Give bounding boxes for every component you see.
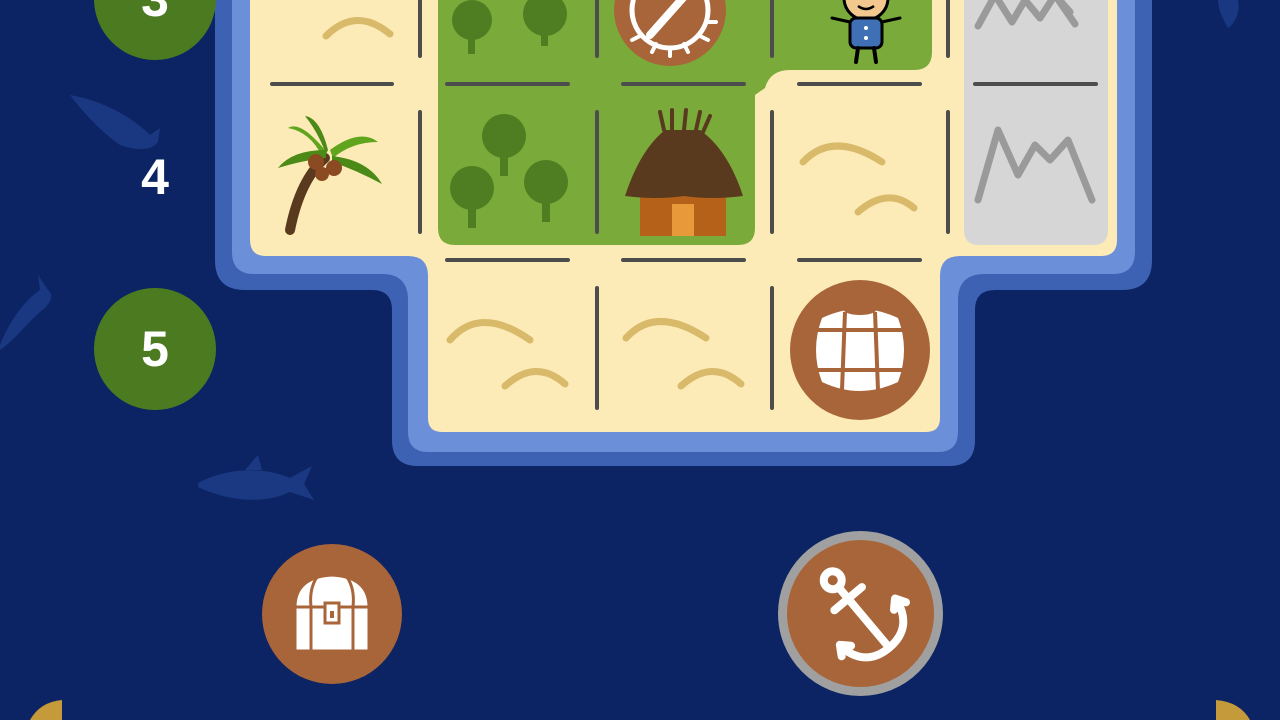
anchor-button[interactable] (778, 531, 943, 696)
mountain-icon (974, 0, 1079, 30)
sand-dunes-icon (446, 319, 569, 390)
trees-icon (450, 114, 568, 228)
hut-icon (625, 108, 743, 236)
palm-tree-icon (278, 116, 382, 235)
compass-icon (614, 0, 726, 66)
sand-dune-icon (322, 17, 394, 40)
mountain-icon (974, 126, 1096, 204)
sand-dunes-icon (622, 318, 745, 390)
treasure-chest-button[interactable] (262, 544, 402, 684)
treasure-chest-icon (293, 573, 371, 653)
barrel-icon (790, 280, 930, 420)
trees-icon (452, 0, 567, 54)
anchor-icon (819, 566, 910, 661)
tile-objects (278, 0, 1096, 420)
explorer-icon (830, 0, 902, 64)
sand-dunes-icon (799, 142, 918, 216)
